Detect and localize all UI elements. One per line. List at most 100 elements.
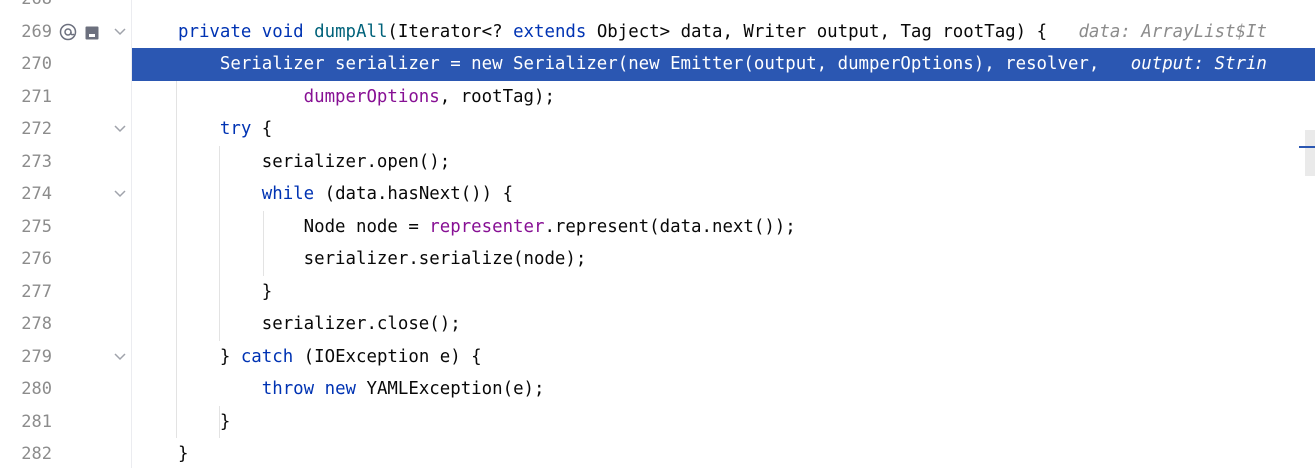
code-line[interactable]: } [132,406,1315,439]
code-text: private void dumpAll(Iterator<? extends … [178,16,1267,49]
line-number: 274 [21,184,52,204]
gutter-line: 269 [0,16,131,49]
gutter-line: 277 [0,276,131,309]
gutter-line: 280 [0,373,131,406]
code-line[interactable]: private void dumpAll(Iterator<? extends … [132,16,1315,49]
line-number: 270 [21,54,52,74]
code-token: catch [240,346,294,367]
code-token: representer [429,216,545,237]
code-token: serializer.serialize(node); [178,249,587,269]
code-token: } [178,411,231,432]
code-token: Node node = [178,216,430,237]
gutter-line: 278 [0,308,131,341]
code-text: serializer.open(); [178,146,450,179]
code-token: private [178,21,262,42]
code-line[interactable]: serializer.serialize(node); [132,243,1315,276]
code-token: void [261,21,315,42]
code-line[interactable]: Node node = representer.represent(data.n… [132,211,1315,244]
code-token: while [261,184,315,204]
code-line-selected[interactable]: Serializer serializer = new Serializer(n… [132,48,1315,81]
line-number: 282 [21,444,52,464]
gutter-line: 271 [0,81,131,114]
code-token: } [178,346,241,367]
code-token: extends [513,21,597,42]
code-token: , rootTag); [439,86,555,107]
gutter-line: 282 [0,438,131,471]
code-token: Serializer serializer = new Serializer(n… [178,54,1100,74]
code-token: .represent(data.next()); [544,216,796,237]
line-number: 281 [21,411,52,432]
code-line[interactable]: try { [132,113,1315,146]
line-number: 273 [21,151,52,172]
gutter-line: 270 [0,48,131,81]
override-annotation-icon[interactable] [58,22,78,42]
inlay-hint: data: ArrayList$It [1047,21,1267,42]
gutter-line: 275 [0,211,131,244]
code-token: dumpAll [314,21,388,42]
code-token: YAMLException(e); [366,379,545,399]
inlay-hint: output: Strin [1099,54,1267,74]
code-text: serializer.serialize(node); [178,243,587,276]
fold-chevron-icon[interactable] [113,26,127,38]
code-token: (data.hasNext()) { [314,184,514,204]
code-token: dumperOptions [303,86,440,107]
code-text: try { [178,113,272,146]
line-number: 279 [21,346,52,367]
gutter-line: 272 [0,113,131,146]
code-token: Object> data, Writer output, Tag rootTag… [596,21,1048,42]
code-line[interactable]: } [132,276,1315,309]
fold-chevron-icon[interactable] [113,351,127,363]
code-text: while (data.hasNext()) { [178,178,513,211]
code-token: (Iterator<? [387,21,514,42]
scrollbar-thumb[interactable] [1305,130,1315,176]
code-line[interactable]: serializer.close(); [132,308,1315,341]
bookmark-icon[interactable] [84,25,100,41]
code-line[interactable]: throw new YAMLException(e); [132,373,1315,406]
fold-chevron-icon[interactable] [113,123,127,135]
code-text: } catch (IOException e) { [178,341,482,374]
code-text: } [178,276,272,309]
code-text: serializer.close(); [178,308,461,341]
scrollbar-caret-marker [1299,146,1315,148]
code-token: try [219,119,252,139]
code-token: } [178,281,273,302]
gutter-line: 281 [0,406,131,439]
line-number: 268 [0,0,52,16]
editor-gutter: 268 269 270 271 272 273 274 275 276 277 278 279 280 2… [0,0,132,468]
line-number: 269 [21,21,52,42]
line-number: 278 [21,314,52,334]
code-editor[interactable]: private void dumpAll(Iterator<? extends … [132,0,1315,468]
code-token: new [324,379,367,399]
code-token: (IOException e) { [293,346,482,367]
code-line[interactable]: } [132,438,1315,468]
gutter-line: 276 [0,243,131,276]
code-token: throw [261,379,325,399]
code-token: { [251,119,273,139]
fold-chevron-icon[interactable] [113,188,127,200]
line-number: 272 [21,119,52,139]
code-token: serializer.open(); [178,151,451,172]
code-text: dumperOptions, rootTag); [178,81,555,114]
code-line[interactable]: dumperOptions, rootTag); [132,81,1315,114]
gutter-line: 273 [0,146,131,179]
line-number: 280 [21,379,52,399]
code-line[interactable]: serializer.open(); [132,146,1315,179]
code-line[interactable]: } catch (IOException e) { [132,341,1315,374]
code-token: } [178,444,189,464]
code-text: } [178,406,230,439]
gutter-line: 274 [0,178,131,211]
code-text: throw new YAMLException(e); [178,373,545,406]
line-number: 271 [21,86,52,107]
line-number: 275 [21,216,52,237]
line-number: 276 [21,249,52,269]
code-line[interactable]: while (data.hasNext()) { [132,178,1315,211]
code-text: } [178,438,188,468]
gutter-line: 279 [0,341,131,374]
code-text: Serializer serializer = new Serializer(n… [178,48,1267,81]
line-number: 277 [21,281,52,302]
code-token: serializer.close(); [178,314,461,334]
